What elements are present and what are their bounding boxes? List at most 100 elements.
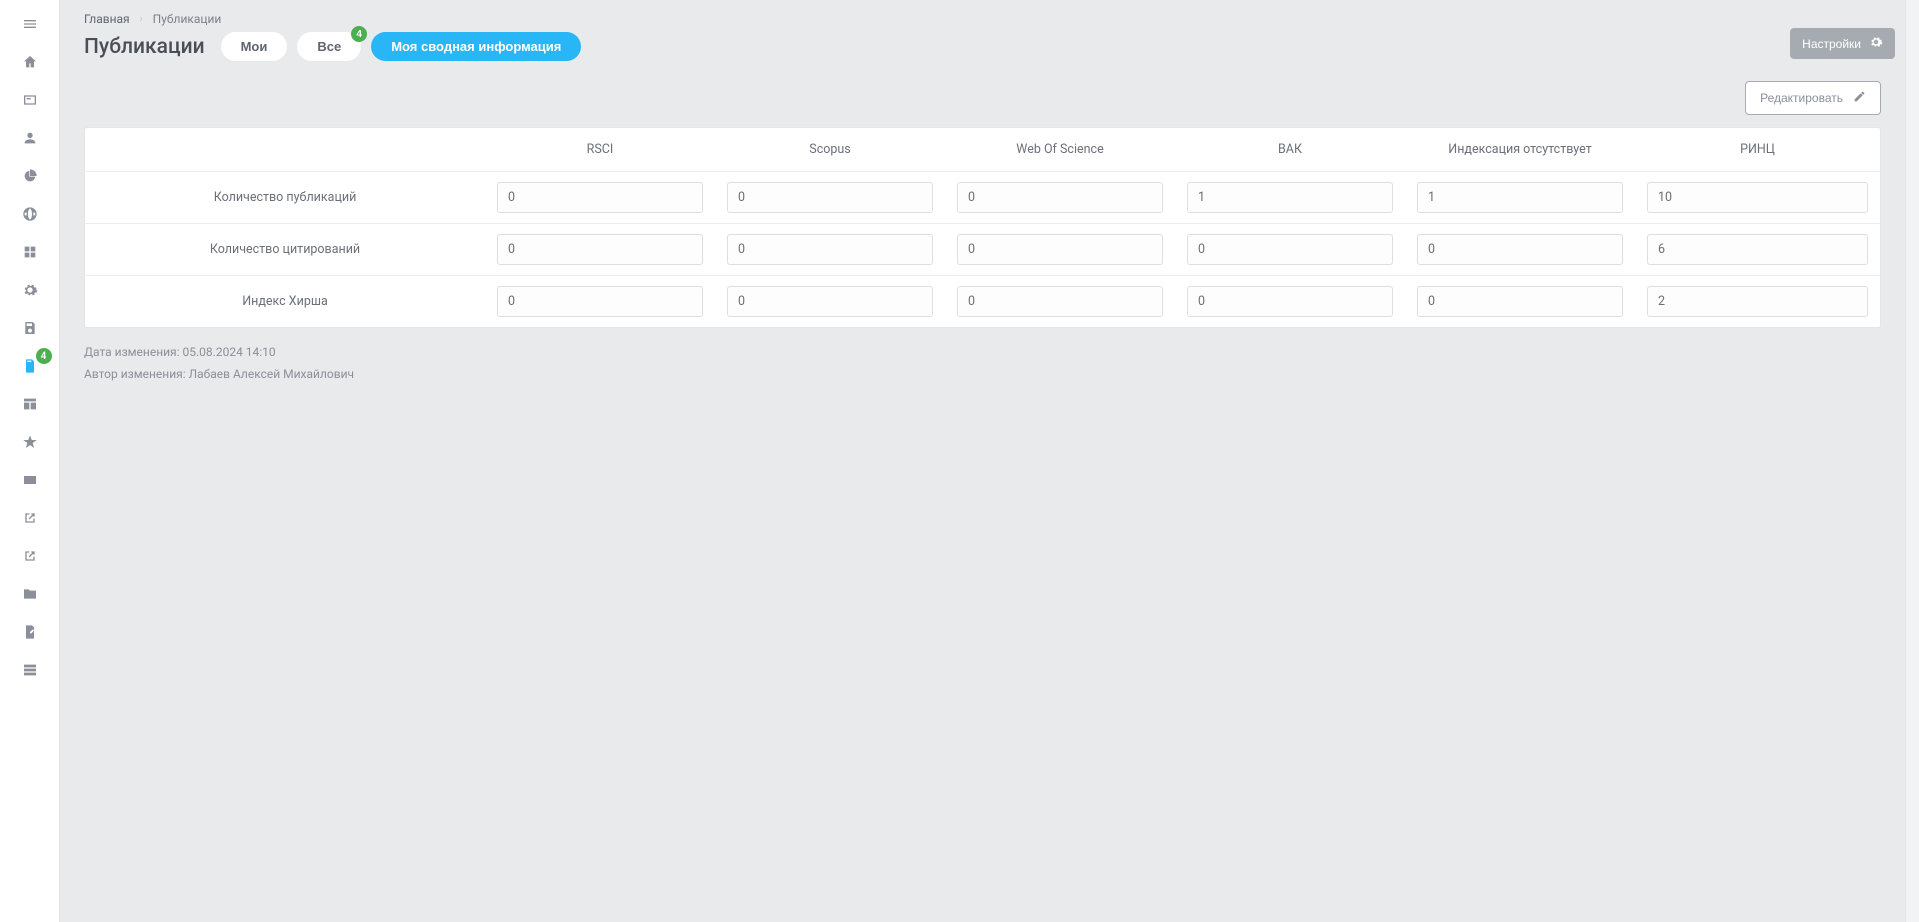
table-row: Количество цитирований [85,224,1880,276]
external2-icon [22,548,38,568]
tab-all[interactable]: Все 4 [297,32,361,61]
edit-button[interactable]: Редактировать [1745,81,1881,115]
col-rinc: РИНЦ [1635,128,1880,172]
row-cell [1405,276,1635,328]
sidebar-credit[interactable] [10,464,50,500]
cell-input[interactable] [957,182,1163,213]
modified-value: 05.08.2024 14:10 [183,345,276,359]
row-cell [1175,276,1405,328]
sidebar-menu-toggle[interactable] [10,8,50,44]
row-cell [715,224,945,276]
gear-icon [1869,35,1883,52]
tab-summary[interactable]: Моя сводная информация [371,32,581,61]
row-cell [485,276,715,328]
settings-label: Настройки [1802,37,1861,51]
cell-input[interactable] [1187,182,1393,213]
row-cell [485,172,715,224]
cell-input[interactable] [1187,234,1393,265]
folder-icon [22,586,38,606]
settings-button[interactable]: Настройки [1790,28,1895,59]
author-label: Автор изменения: [84,367,186,381]
cell-input[interactable] [727,286,933,317]
breadcrumb-current[interactable]: Публикации [153,12,222,26]
breadcrumb-home[interactable]: Главная [84,12,130,26]
draft-icon [22,624,38,644]
sidebar-external[interactable] [10,502,50,538]
sidebar-pie[interactable] [10,160,50,196]
modified-label: Дата изменения: [84,345,180,359]
pie-icon [22,168,38,188]
cell-input[interactable] [1417,182,1623,213]
chevron-right-icon: › [140,14,143,25]
th-icon [22,662,38,682]
table-row: Количество публикаций [85,172,1880,224]
author-row: Автор изменения: Лабаев Алексей Михайлов… [84,364,1881,386]
sidebar-card[interactable] [10,84,50,120]
cell-input[interactable] [957,234,1163,265]
row-cell [715,172,945,224]
sidebar-home[interactable] [10,46,50,82]
cell-input[interactable] [1647,286,1868,317]
author-value: Лабаев Алексей Михайлович [189,367,354,381]
cell-input[interactable] [497,234,703,265]
scrollbar-track[interactable] [1905,0,1919,922]
tab-my-label: Мои [241,39,268,54]
row-cell [1175,224,1405,276]
row-cell [945,172,1175,224]
edit-label: Редактировать [1760,91,1843,105]
globe-icon [22,206,38,226]
home-icon [22,54,38,74]
title-row: Публикации Мои Все 4 Моя сводная информа… [84,32,1881,61]
sidebar-table[interactable] [10,388,50,424]
sidebar-th[interactable] [10,654,50,690]
doc-check-icon [22,358,38,378]
row-cell [1175,172,1405,224]
grid-icon [22,244,38,264]
tab-all-badge: 4 [351,26,367,42]
sidebar-globe[interactable] [10,198,50,234]
sidebar-save[interactable] [10,312,50,348]
col-rsci: RSCI [485,128,715,172]
cell-input[interactable] [727,182,933,213]
row-cell [1635,224,1880,276]
sidebar-star[interactable] [10,426,50,462]
pencil-icon [1853,90,1866,106]
user-icon [22,130,38,150]
cell-input[interactable] [957,286,1163,317]
sidebar: 4 [0,0,60,922]
star-icon [22,434,38,454]
summary-table: RSCI Scopus Web Of Science ВАК Индексаци… [84,127,1881,328]
sidebar-folder[interactable] [10,578,50,614]
sidebar-user[interactable] [10,122,50,158]
row-cell [1405,224,1635,276]
cell-input[interactable] [1647,182,1868,213]
cell-input[interactable] [1647,234,1868,265]
sidebar-external2[interactable] [10,540,50,576]
table-row: Индекс Хирша [85,276,1880,328]
cell-input[interactable] [1417,286,1623,317]
cell-input[interactable] [497,182,703,213]
col-vak: ВАК [1175,128,1405,172]
row-cell [1635,276,1880,328]
meta-info: Дата изменения: 05.08.2024 14:10 Автор и… [84,342,1881,385]
col-scopus: Scopus [715,128,945,172]
cell-input[interactable] [727,234,933,265]
sidebar-settings-nav[interactable] [10,274,50,310]
tab-my[interactable]: Мои [221,32,288,61]
sidebar-draft[interactable] [10,616,50,652]
modified-row: Дата изменения: 05.08.2024 14:10 [84,342,1881,364]
sidebar-grid[interactable] [10,236,50,272]
cell-input[interactable] [1187,286,1393,317]
col-label [85,128,485,172]
card-icon [22,92,38,112]
tab-all-label: Все [317,39,341,54]
cell-input[interactable] [497,286,703,317]
table-header-row: RSCI Scopus Web Of Science ВАК Индексаци… [85,128,1880,172]
cell-input[interactable] [1417,234,1623,265]
menu-icon [22,16,38,36]
row-cell [715,276,945,328]
row-cell [485,224,715,276]
row-cell [945,224,1175,276]
sidebar-publications[interactable]: 4 [10,350,50,386]
credit-icon [22,472,38,492]
